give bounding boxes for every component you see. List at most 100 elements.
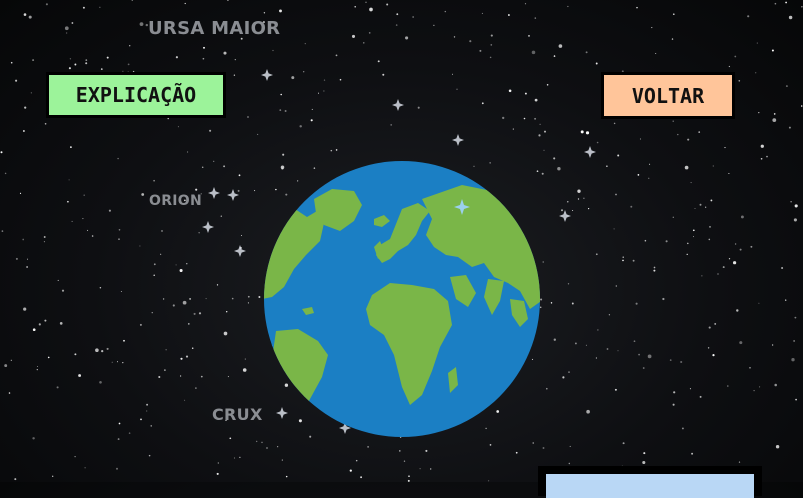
star xyxy=(15,257,18,260)
star xyxy=(56,386,59,389)
star xyxy=(26,266,28,268)
star xyxy=(182,300,187,305)
voltar-button[interactable]: VOLTAR xyxy=(601,72,735,119)
star xyxy=(240,234,243,237)
star xyxy=(254,190,256,192)
star xyxy=(738,461,741,463)
star xyxy=(8,392,11,394)
explicacao-button[interactable]: EXPLICAÇÃO xyxy=(46,72,226,118)
star xyxy=(585,344,587,346)
star xyxy=(736,309,739,312)
star xyxy=(395,24,398,26)
star xyxy=(771,49,774,52)
star xyxy=(280,93,283,96)
star xyxy=(140,418,142,421)
star xyxy=(238,174,241,177)
star xyxy=(417,106,420,109)
star xyxy=(59,322,63,325)
star xyxy=(285,475,288,478)
star xyxy=(524,92,527,95)
star xyxy=(577,189,581,193)
star xyxy=(606,348,609,350)
star xyxy=(311,108,313,110)
star xyxy=(542,447,545,449)
star xyxy=(349,469,352,472)
star xyxy=(247,295,250,298)
star xyxy=(419,468,421,470)
star xyxy=(541,172,544,175)
star xyxy=(10,61,13,64)
star xyxy=(694,208,696,209)
star xyxy=(335,149,338,151)
star xyxy=(687,138,690,141)
star xyxy=(727,385,729,387)
star xyxy=(84,467,86,469)
star xyxy=(553,338,556,341)
star xyxy=(546,84,549,86)
star xyxy=(213,160,215,162)
star xyxy=(1,230,4,232)
star xyxy=(43,236,46,238)
star xyxy=(608,314,611,316)
star xyxy=(707,347,710,349)
star xyxy=(339,78,342,81)
star xyxy=(101,349,104,353)
star xyxy=(99,380,102,384)
star xyxy=(633,340,636,343)
star xyxy=(595,62,598,65)
star xyxy=(543,149,545,151)
star xyxy=(606,165,608,167)
star xyxy=(469,40,472,43)
star xyxy=(195,188,198,191)
star xyxy=(653,266,656,269)
star xyxy=(131,0,133,1)
star xyxy=(753,389,755,392)
star xyxy=(512,128,514,130)
star xyxy=(444,10,447,13)
star xyxy=(785,299,787,301)
star xyxy=(586,409,590,414)
star xyxy=(747,15,750,18)
star xyxy=(637,174,640,176)
star xyxy=(146,403,149,406)
star xyxy=(708,326,711,329)
star xyxy=(772,118,777,122)
star xyxy=(528,35,530,37)
star xyxy=(14,478,17,481)
star xyxy=(791,358,795,362)
star xyxy=(209,129,212,132)
star xyxy=(23,307,27,311)
star xyxy=(175,264,177,266)
star xyxy=(360,476,363,479)
star xyxy=(615,193,617,196)
star xyxy=(740,215,744,219)
sparkle-star-icon xyxy=(208,187,220,199)
star xyxy=(68,179,70,181)
star xyxy=(561,209,563,212)
star xyxy=(647,354,652,359)
star xyxy=(151,312,153,314)
star xyxy=(122,361,124,364)
star xyxy=(651,27,653,29)
star xyxy=(749,366,751,369)
star xyxy=(708,238,711,241)
star xyxy=(490,34,493,37)
star xyxy=(681,427,684,430)
star xyxy=(390,124,393,126)
star xyxy=(91,235,94,237)
star xyxy=(180,357,183,360)
star xyxy=(408,475,410,477)
star xyxy=(524,3,527,5)
constellation-label-ursa-maior: URSA MAIOR xyxy=(148,18,281,39)
star xyxy=(717,273,719,275)
star xyxy=(257,133,259,135)
star xyxy=(277,446,279,448)
star xyxy=(127,63,130,66)
star xyxy=(99,287,102,289)
star xyxy=(323,79,326,81)
star xyxy=(120,290,122,293)
star xyxy=(265,446,269,450)
earth-globe[interactable] xyxy=(262,159,542,439)
star xyxy=(247,302,249,304)
star xyxy=(74,455,76,458)
